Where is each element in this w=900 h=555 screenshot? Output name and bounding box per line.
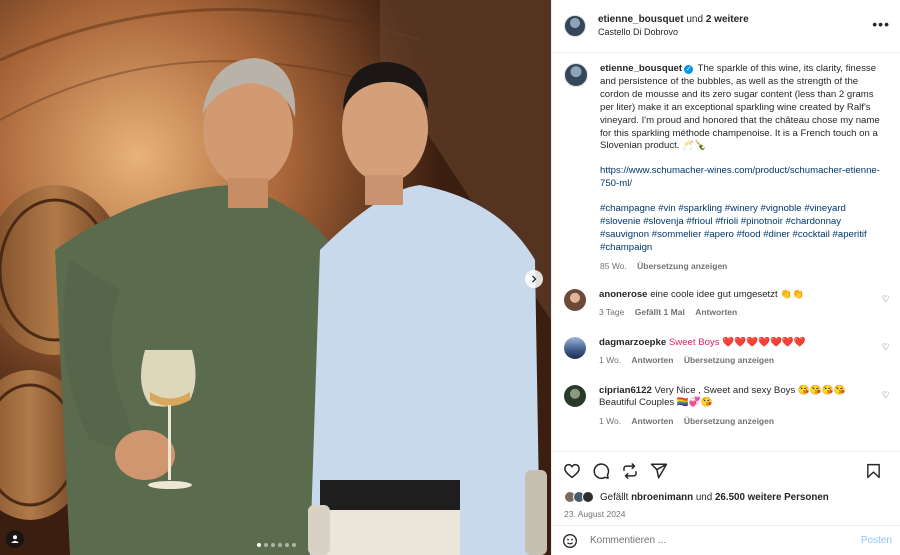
like-button[interactable] — [562, 461, 582, 481]
comment-item: ciprian6122 Very Nice , Sweet and sexy B… — [564, 384, 890, 428]
caption-translate-button[interactable]: Übersetzung anzeigen — [637, 261, 727, 271]
share-icon — [650, 463, 668, 478]
more-options-button[interactable]: ••• — [872, 17, 890, 31]
comment-input[interactable] — [590, 535, 890, 546]
post-actions-bar — [552, 451, 900, 489]
post-location[interactable]: Castello Di Dobrovo — [598, 26, 749, 39]
comment-translate-button[interactable]: Übersetzung anzeigen — [684, 416, 774, 426]
share-button[interactable] — [649, 461, 669, 481]
bookmark-icon — [866, 463, 880, 479]
likes-count[interactable]: 26.500 weitere Personen — [715, 492, 829, 503]
likes-summary[interactable]: Gefällt nbroenimann und 26.500 weitere P… — [552, 489, 900, 505]
next-slide-button[interactable] — [525, 270, 543, 288]
likes-joiner: und — [695, 491, 713, 503]
carousel-dot — [264, 543, 268, 547]
carousel-indicators — [257, 543, 296, 547]
author-avatar[interactable] — [564, 15, 586, 37]
post-photo[interactable] — [0, 0, 551, 555]
comment-username[interactable]: anonerose — [599, 289, 648, 300]
caption-hashtags[interactable]: #champagne #vin #sparkling #winery #vign… — [600, 203, 888, 255]
repost-icon — [623, 462, 637, 479]
post-comment-button[interactable]: Posten — [861, 535, 892, 546]
caption-text: The sparkle of this wine, its clarity, f… — [600, 63, 880, 152]
comment-composer: Posten — [552, 525, 900, 555]
comments-scroll-area[interactable]: etienne_bousquet ✓ The sparkle of this wi… — [552, 53, 900, 451]
likes-prefix: Gefällt — [600, 491, 629, 503]
verified-badge-icon: ✓ — [684, 65, 694, 74]
comment-translate-button[interactable]: Übersetzung anzeigen — [684, 355, 774, 365]
comment-like-heart-icon[interactable]: ♡ — [882, 294, 890, 305]
heart-icon — [564, 463, 580, 478]
comment-reply-button[interactable]: Antworten — [631, 416, 673, 426]
caption-author-avatar[interactable] — [564, 63, 588, 87]
comment-icon — [593, 462, 610, 479]
comment-item: dagmarzoepke Sweet Boys ❤️❤️❤️❤️❤️❤️❤️ 1… — [564, 336, 890, 367]
caption: etienne_bousquet ✓ The sparkle of this wi… — [564, 63, 888, 273]
carousel-dot — [292, 543, 296, 547]
comment-avatar[interactable] — [564, 384, 586, 407]
comment-avatar[interactable] — [564, 288, 586, 311]
user-tag-icon — [11, 535, 19, 543]
comment-reply-button[interactable]: Antworten — [695, 307, 737, 317]
comment-username[interactable]: ciprian6122 — [599, 385, 652, 396]
emoji-icon[interactable] — [562, 533, 578, 549]
author-username[interactable]: etienne_bousquet — [598, 14, 684, 25]
comment-button[interactable] — [591, 461, 611, 481]
tagged-users-button[interactable] — [6, 530, 24, 548]
more-horizontal-icon: ••• — [872, 16, 890, 32]
carousel-dot — [285, 543, 289, 547]
caption-username[interactable]: etienne_bousquet — [600, 63, 682, 74]
comment-avatar[interactable] — [564, 336, 586, 359]
comment-age: 3 Tage — [599, 307, 625, 318]
carousel-dot — [257, 543, 261, 547]
comment-age: 1 Wo. — [599, 355, 622, 366]
chevron-right-icon — [532, 275, 537, 283]
comment-meta: 1 Wo. Antworten Übersetzung anzeigen — [599, 354, 879, 367]
comment-meta: 1 Wo. Antworten Übersetzung anzeigen — [599, 415, 879, 428]
carousel-dot — [278, 543, 282, 547]
caption-meta: 85 Wo. Übersetzung anzeigen — [600, 260, 888, 273]
header-joiner: und — [686, 14, 704, 25]
liker-avatar — [582, 491, 594, 503]
comment-item: anonerose eine coole idee gut umgesetzt … — [564, 288, 890, 319]
comment-likes-count[interactable]: Gefällt 1 Mal — [635, 307, 685, 317]
comment-like-heart-icon[interactable]: ♡ — [882, 342, 890, 353]
post-header: etienne_bousquet und 2 weitere Castello … — [552, 0, 900, 53]
comment-reply-button[interactable]: Antworten — [631, 355, 673, 365]
comment-text: Sweet Boys ❤️❤️❤️❤️❤️❤️❤️ — [668, 336, 806, 348]
caption-link[interactable]: https://www.schumacher-wines.com/product… — [600, 165, 888, 191]
comment-like-heart-icon[interactable]: ♡ — [882, 390, 890, 401]
comment-text: eine coole idee gut umgesetzt 👏👏 — [650, 288, 805, 300]
instagram-post-modal: etienne_bousquet und 2 weitere Castello … — [0, 0, 900, 555]
save-button[interactable] — [863, 461, 883, 481]
repost-button[interactable] — [620, 461, 640, 481]
photo-illustration — [0, 0, 551, 555]
post-sidebar: etienne_bousquet und 2 weitere Castello … — [551, 0, 900, 555]
comment-username[interactable]: dagmarzoepke — [599, 337, 666, 348]
caption-age: 85 Wo. — [600, 260, 627, 271]
carousel-dot — [271, 543, 275, 547]
comment-age: 1 Wo. — [599, 415, 622, 426]
likes-user[interactable]: nbroenimann — [631, 492, 693, 503]
collaborators-link[interactable]: 2 weitere — [706, 14, 749, 25]
comment-meta: 3 Tage Gefällt 1 Mal Antworten — [599, 306, 879, 319]
post-date: 23. August 2024 — [564, 509, 626, 519]
